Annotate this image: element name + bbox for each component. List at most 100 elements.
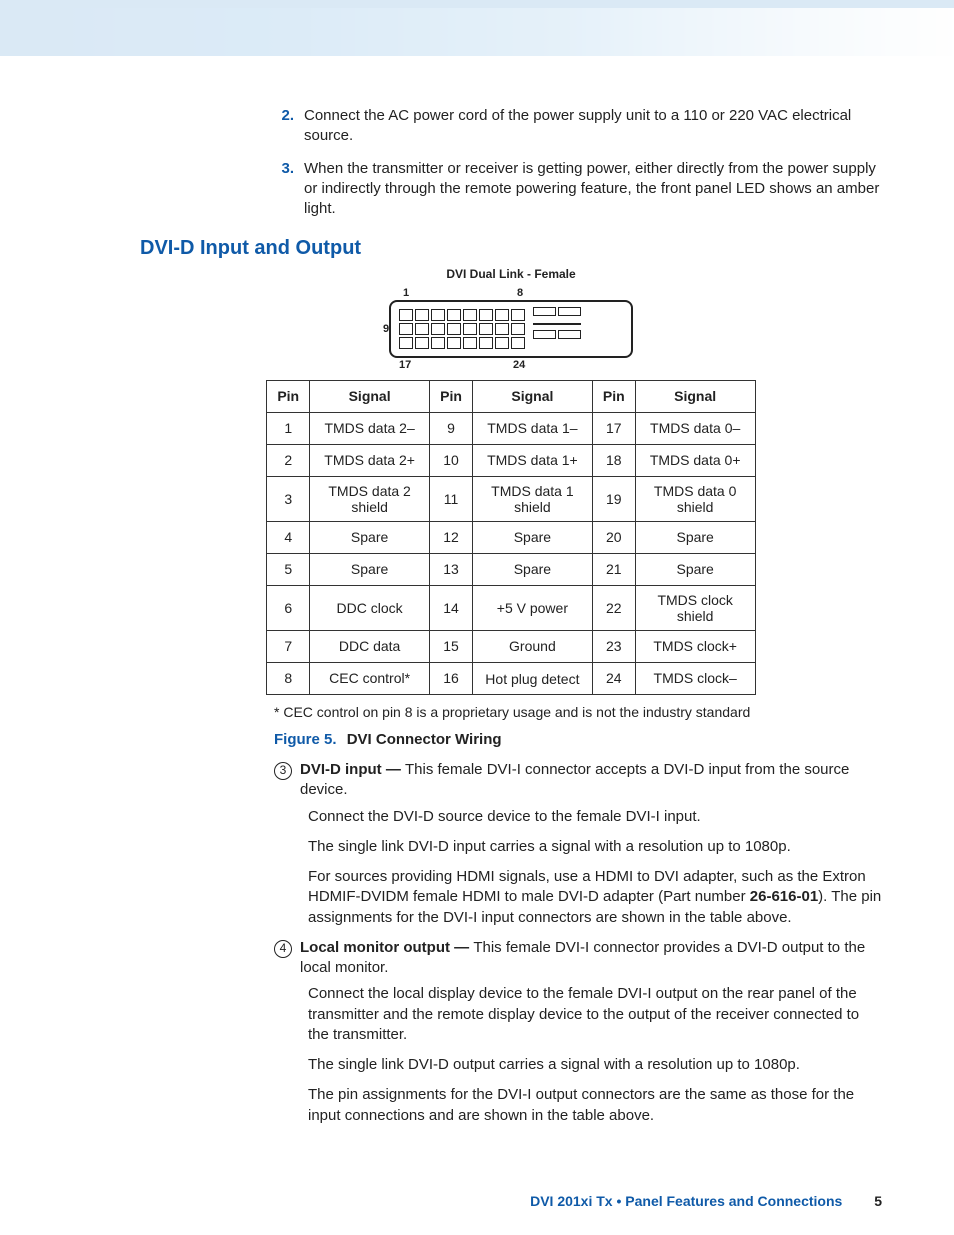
- cell-signal: DDC data: [310, 631, 430, 663]
- pin-label-17: 17: [399, 358, 411, 373]
- part-number: 26-616-01: [750, 888, 818, 905]
- footer-product: DVI 201xi Tx • Panel Features and Connec…: [530, 1193, 842, 1209]
- th-signal: Pin: [592, 381, 635, 413]
- cell-pin: 7: [267, 631, 310, 663]
- page-footer: DVI 201xi Tx • Panel Features and Connec…: [530, 1192, 882, 1211]
- connector-title: DVI Dual Link - Female: [371, 266, 651, 282]
- callout-lead: Local monitor output —: [300, 939, 473, 956]
- table-footnote: * CEC control on pin 8 is a proprietary …: [274, 703, 882, 722]
- page-content: 2. Connect the AC power cord of the powe…: [0, 106, 954, 1126]
- cell-pin: 2: [267, 445, 310, 477]
- cell-signal: TMDS data 2 shield: [310, 477, 430, 522]
- table-row: 7DDC data15Ground23TMDS clock+: [267, 631, 755, 663]
- cell-pin: 11: [430, 477, 473, 522]
- callout-body: Local monitor output — This female DVI-I…: [300, 938, 882, 979]
- th-signal: Signal: [310, 381, 430, 413]
- cell-signal: TMDS data 2–: [310, 413, 430, 445]
- figure-caption: Figure 5. DVI Connector Wiring: [274, 730, 882, 750]
- th-pin: Pin: [267, 381, 310, 413]
- cell-signal: Hot plug detect: [472, 663, 592, 695]
- table-row: 5Spare13Spare21Spare: [267, 554, 755, 586]
- table-header-row: Pin Signal Pin Signal Pin Signal: [267, 381, 755, 413]
- cell-pin: 15: [430, 631, 473, 663]
- cell-signal: Spare: [635, 554, 755, 586]
- callout-3-para-1: Connect the DVI-D source device to the f…: [308, 807, 882, 827]
- pin-label-24: 24: [513, 358, 525, 373]
- table-row: 2TMDS data 2+10TMDS data 1+18TMDS data 0…: [267, 445, 755, 477]
- step-2: 2. Connect the AC power cord of the powe…: [270, 106, 882, 147]
- table-row: 3TMDS data 2 shield11TMDS data 1 shield1…: [267, 477, 755, 522]
- figure-title: DVI Connector Wiring: [347, 731, 502, 748]
- th-signal: Signal: [635, 381, 755, 413]
- step-text: When the transmitter or receiver is gett…: [304, 159, 882, 220]
- cell-pin: 23: [592, 631, 635, 663]
- th-pin: Pin: [430, 381, 473, 413]
- cell-pin: 21: [592, 554, 635, 586]
- step-number: 3.: [270, 159, 294, 220]
- dvi-blade-icon: [533, 307, 581, 351]
- callout-body: DVI-D input — This female DVI-I connecto…: [300, 760, 882, 801]
- cell-signal: DDC clock: [310, 586, 430, 631]
- table-row: 6DDC clock14+5 V power22TMDS clock shiel…: [267, 586, 755, 631]
- cell-signal: TMDS clock–: [635, 663, 755, 695]
- circled-number-icon: 4: [274, 940, 292, 958]
- cell-pin: 10: [430, 445, 473, 477]
- page-top-stripe: [0, 0, 954, 56]
- cell-signal: Spare: [635, 522, 755, 554]
- footer-page-number: 5: [874, 1193, 882, 1209]
- cell-pin: 17: [592, 413, 635, 445]
- cell-signal: Spare: [310, 554, 430, 586]
- cell-pin: 5: [267, 554, 310, 586]
- cell-pin: 16: [430, 663, 473, 695]
- callout-3-para-3: For sources providing HDMI signals, use …: [308, 867, 882, 928]
- cell-signal: TMDS data 0–: [635, 413, 755, 445]
- cell-signal: TMDS clock+: [635, 631, 755, 663]
- cell-signal: TMDS data 0 shield: [635, 477, 755, 522]
- cell-signal: TMDS clock shield: [635, 586, 755, 631]
- cell-pin: 8: [267, 663, 310, 695]
- cell-pin: 9: [430, 413, 473, 445]
- callout-3-para-2: The single link DVI-D input carries a si…: [308, 837, 882, 857]
- table-row: 4Spare12Spare20Spare: [267, 522, 755, 554]
- pin-table: Pin Signal Pin Signal Pin Signal 1TMDS d…: [266, 380, 755, 695]
- pin-label-1: 1: [403, 286, 409, 301]
- step-3: 3. When the transmitter or receiver is g…: [270, 159, 882, 220]
- cell-signal: TMDS data 1–: [472, 413, 592, 445]
- cell-signal: Ground: [472, 631, 592, 663]
- cell-signal: Spare: [472, 554, 592, 586]
- cell-pin: 3: [267, 477, 310, 522]
- cell-pin: 6: [267, 586, 310, 631]
- cell-pin: 4: [267, 522, 310, 554]
- step-text: Connect the AC power cord of the power s…: [304, 106, 882, 147]
- cell-pin: 20: [592, 522, 635, 554]
- numbered-steps: 2. Connect the AC power cord of the powe…: [270, 106, 882, 219]
- callout-4-para-3: The pin assignments for the DVI-I output…: [308, 1085, 882, 1126]
- callout-4-para-1: Connect the local display device to the …: [308, 984, 882, 1045]
- table-row: 8CEC control*16Hot plug detect24TMDS clo…: [267, 663, 755, 695]
- dvi-pin-grid: [399, 309, 525, 349]
- cell-pin: 19: [592, 477, 635, 522]
- table-row: 1TMDS data 2–9TMDS data 1–17TMDS data 0–: [267, 413, 755, 445]
- cell-pin: 1: [267, 413, 310, 445]
- callout-4: 4 Local monitor output — This female DVI…: [274, 938, 882, 979]
- cell-signal: Spare: [472, 522, 592, 554]
- cell-pin: 13: [430, 554, 473, 586]
- cell-signal: CEC control*: [310, 663, 430, 695]
- callout-4-para-2: The single link DVI-D output carries a s…: [308, 1055, 882, 1075]
- cell-signal: TMDS data 1+: [472, 445, 592, 477]
- cell-signal: TMDS data 2+: [310, 445, 430, 477]
- cell-pin: 12: [430, 522, 473, 554]
- circled-number-icon: 3: [274, 762, 292, 780]
- dvi-shell-icon: [389, 300, 633, 358]
- pin-label-8: 8: [517, 286, 523, 301]
- pin-label-9: 9: [383, 322, 389, 337]
- connector-diagram: DVI Dual Link - Female 1 8 9 17 24: [371, 266, 651, 372]
- figure-number: Figure 5.: [274, 731, 337, 748]
- cell-pin: 24: [592, 663, 635, 695]
- callout-3: 3 DVI-D input — This female DVI-I connec…: [274, 760, 882, 801]
- cell-pin: 18: [592, 445, 635, 477]
- cell-pin: 14: [430, 586, 473, 631]
- cell-signal: Spare: [310, 522, 430, 554]
- callout-lead: DVI-D input —: [300, 761, 405, 778]
- cell-pin: 22: [592, 586, 635, 631]
